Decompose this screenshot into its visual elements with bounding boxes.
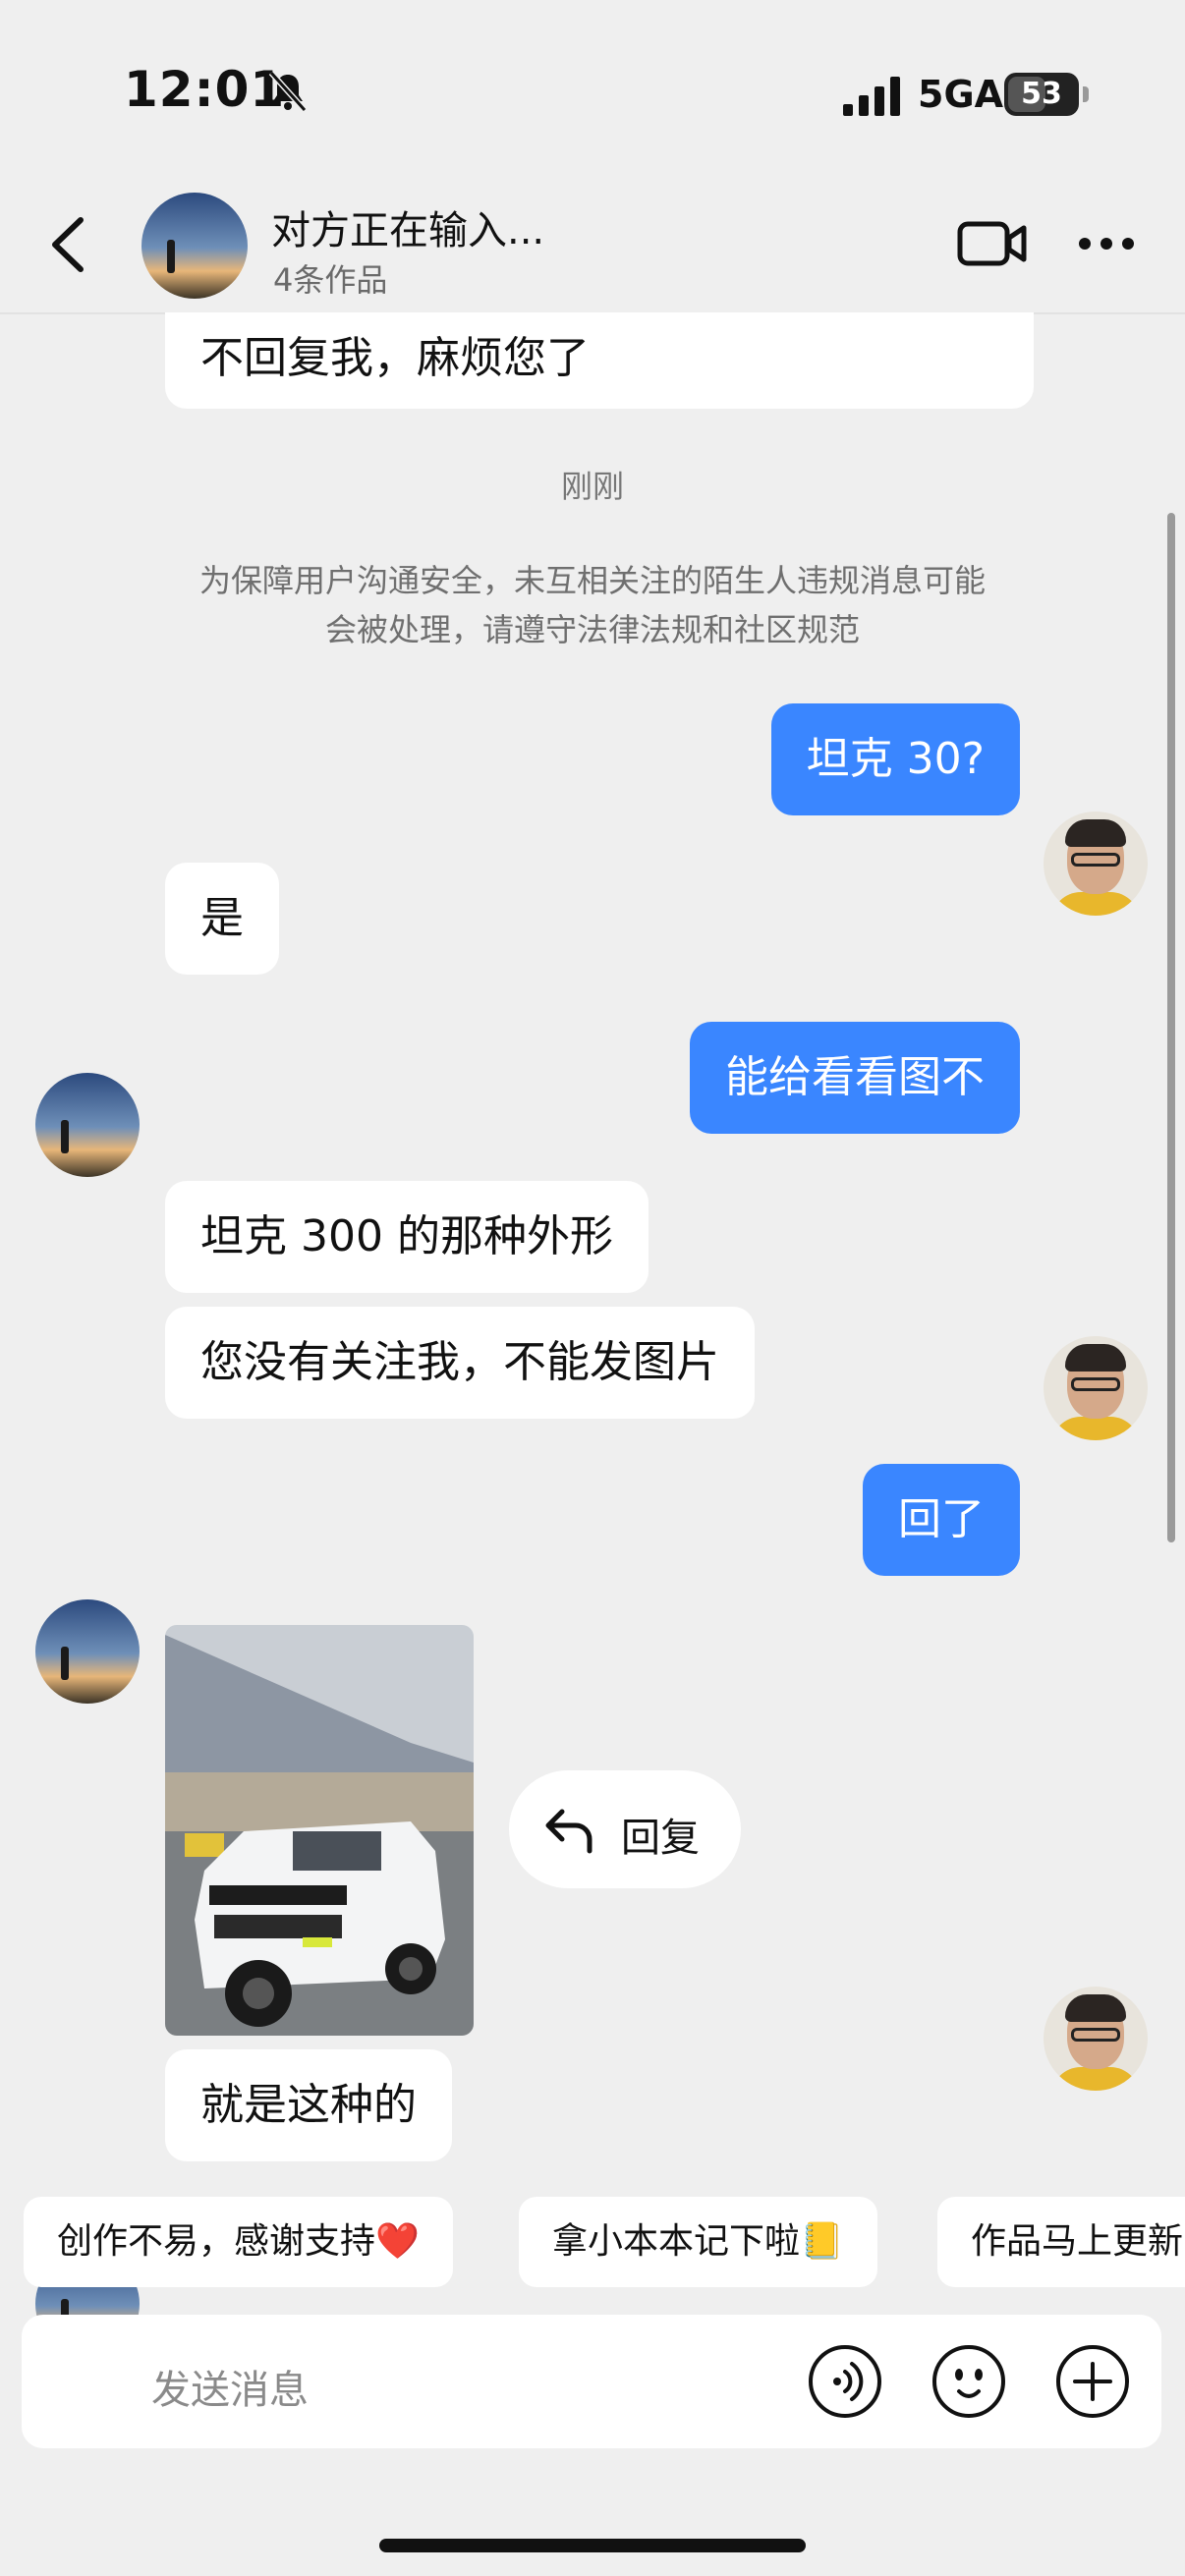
contact-avatar[interactable] xyxy=(35,1599,140,1704)
safety-notice-line-1: 为保障用户沟通安全，未互相关注的陌生人违规消息可能 xyxy=(198,562,986,599)
contact-message-bubble[interactable]: 就是这种的 xyxy=(165,2049,452,2161)
quick-phrase-chip[interactable]: 创作不易，感谢支持❤️ xyxy=(24,2197,453,2287)
my-message-bubble[interactable]: 坦克 30? xyxy=(770,703,1020,815)
back-arrow-icon[interactable] xyxy=(45,216,92,273)
message-input[interactable]: 发送消息 xyxy=(151,2358,309,2415)
status-time: 12:01 xyxy=(124,61,286,118)
previous-message-text: 不回复我，麻烦您了 xyxy=(200,333,590,383)
my-message-bubble[interactable]: 能给看看图不 xyxy=(690,1022,1020,1134)
my-avatar[interactable] xyxy=(1044,1336,1148,1440)
safety-notice-line-2: 会被处理，请遵守法律法规和社区规范 xyxy=(324,611,860,648)
plus-icon[interactable] xyxy=(1055,2344,1130,2419)
battery-icon: 53 xyxy=(1004,73,1089,116)
quick-phrase-chip[interactable]: 拿小本本记下啦📒 xyxy=(519,2197,877,2287)
battery-level: 53 xyxy=(1021,77,1062,111)
reply-label[interactable]: 回复 xyxy=(621,1806,700,1863)
contact-message-bubble[interactable]: 是 xyxy=(165,863,279,975)
reply-arrow-icon xyxy=(545,1809,592,1854)
contact-message-bubble[interactable]: 坦克 300 的那种外形 xyxy=(165,1181,649,1293)
safety-notice: 为保障用户沟通安全，未互相关注的陌生人违规消息可能 会被处理，请遵守法律法规和社… xyxy=(138,556,1047,654)
signal-icon xyxy=(843,77,900,116)
contact-avatar[interactable] xyxy=(35,1073,140,1177)
quick-phrase-chip[interactable]: 作品马上更新 xyxy=(937,2197,1185,2287)
emoji-icon[interactable] xyxy=(931,2344,1006,2419)
scrollbar[interactable] xyxy=(1167,513,1175,1542)
contact-status-title: 对方正在输入... xyxy=(271,208,545,253)
bell-off-icon xyxy=(268,70,308,113)
previous-message-bubble[interactable]: 不回复我，麻烦您了 xyxy=(165,312,1034,409)
contact-avatar[interactable] xyxy=(141,193,248,299)
my-avatar[interactable] xyxy=(1044,812,1148,916)
my-avatar[interactable] xyxy=(1044,1987,1148,2091)
network-label: 5GA xyxy=(918,73,1004,116)
my-message-bubble[interactable]: 回了 xyxy=(863,1464,1020,1576)
more-icon[interactable] xyxy=(1077,236,1136,252)
voice-icon[interactable] xyxy=(808,2344,882,2419)
car-image-message[interactable] xyxy=(165,1625,474,2036)
contact-works-count[interactable]: 4条作品 xyxy=(273,255,387,301)
contact-message-bubble[interactable]: 您没有关注我，不能发图片 xyxy=(165,1307,755,1419)
video-call-icon[interactable] xyxy=(957,218,1028,269)
home-indicator xyxy=(379,2539,806,2552)
time-label: 刚刚 xyxy=(560,468,624,505)
car-photo-graphic xyxy=(165,1625,474,2036)
